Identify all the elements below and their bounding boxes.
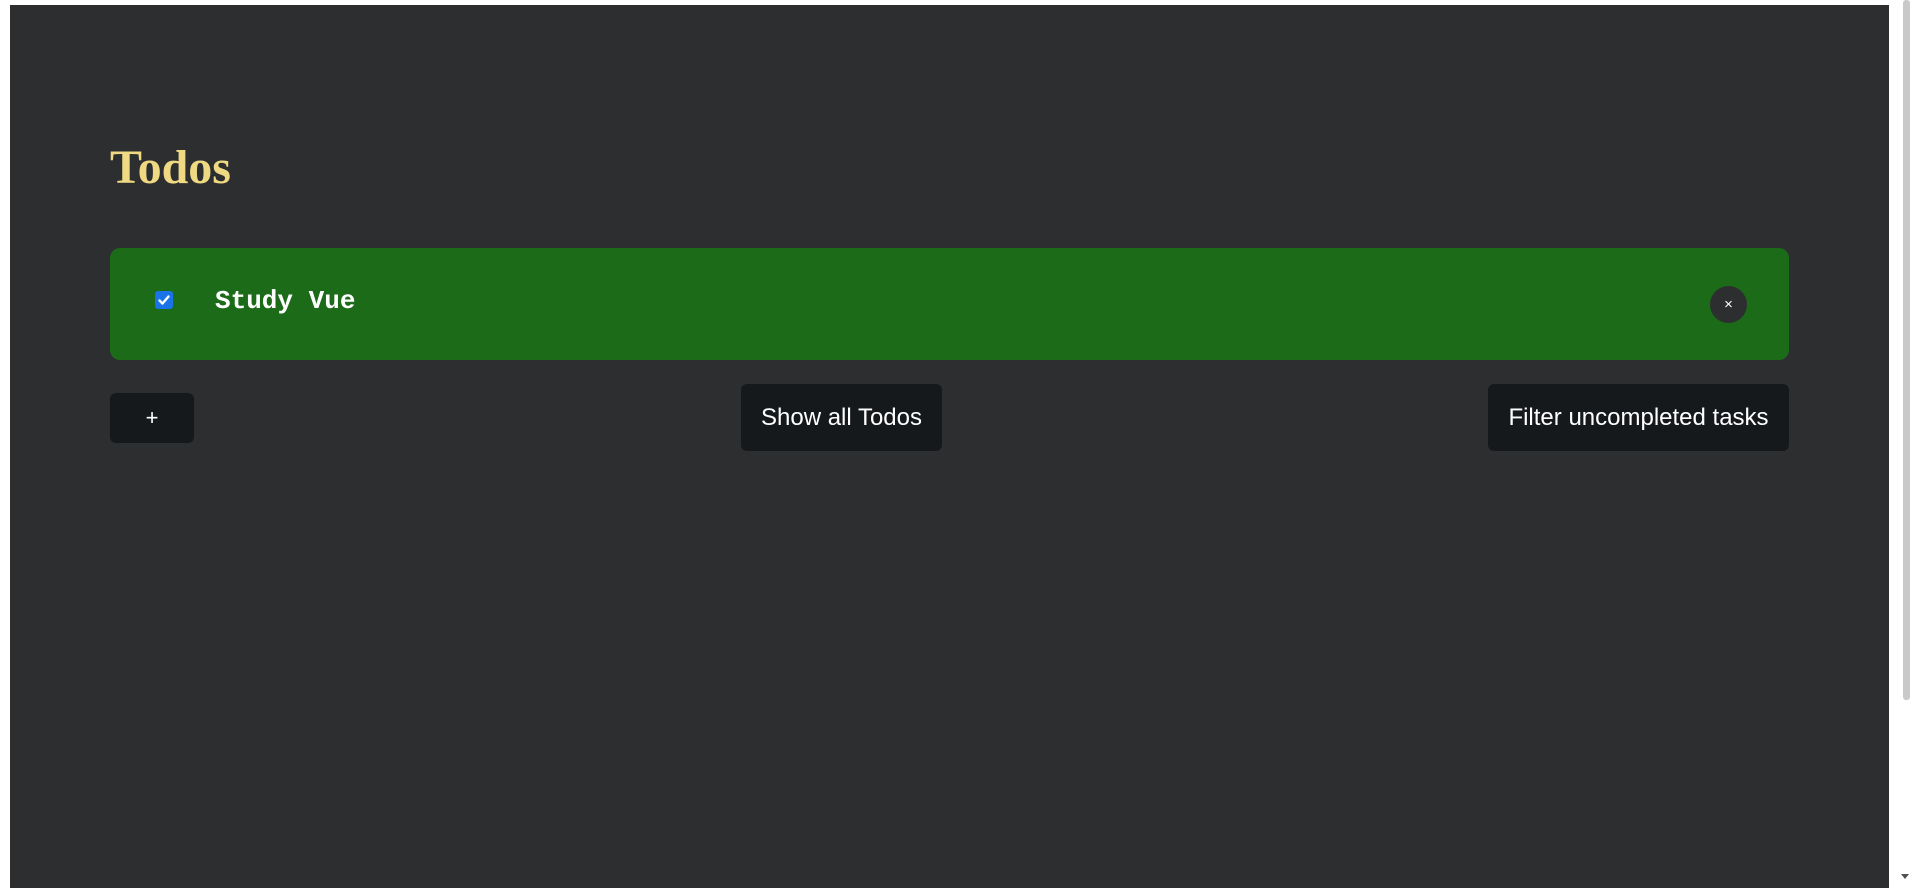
checkmark-icon xyxy=(158,295,170,305)
delete-todo-button[interactable]: × xyxy=(1710,286,1747,323)
close-icon: × xyxy=(1724,296,1733,313)
todo-checkbox[interactable] xyxy=(155,291,173,309)
page-title: Todos xyxy=(110,141,231,194)
app-viewport: Todos Study Vue × + Show all Todos Filte… xyxy=(10,5,1889,888)
add-todo-button[interactable]: + xyxy=(110,393,194,443)
show-all-todos-button[interactable]: Show all Todos xyxy=(741,384,942,451)
filter-uncompleted-button[interactable]: Filter uncompleted tasks xyxy=(1488,384,1789,451)
scrollbar-thumb[interactable] xyxy=(1903,0,1910,700)
todo-text: Study Vue xyxy=(215,286,356,316)
todo-item: Study Vue × xyxy=(110,248,1789,360)
scroll-down-arrow-icon[interactable] xyxy=(1901,874,1909,879)
